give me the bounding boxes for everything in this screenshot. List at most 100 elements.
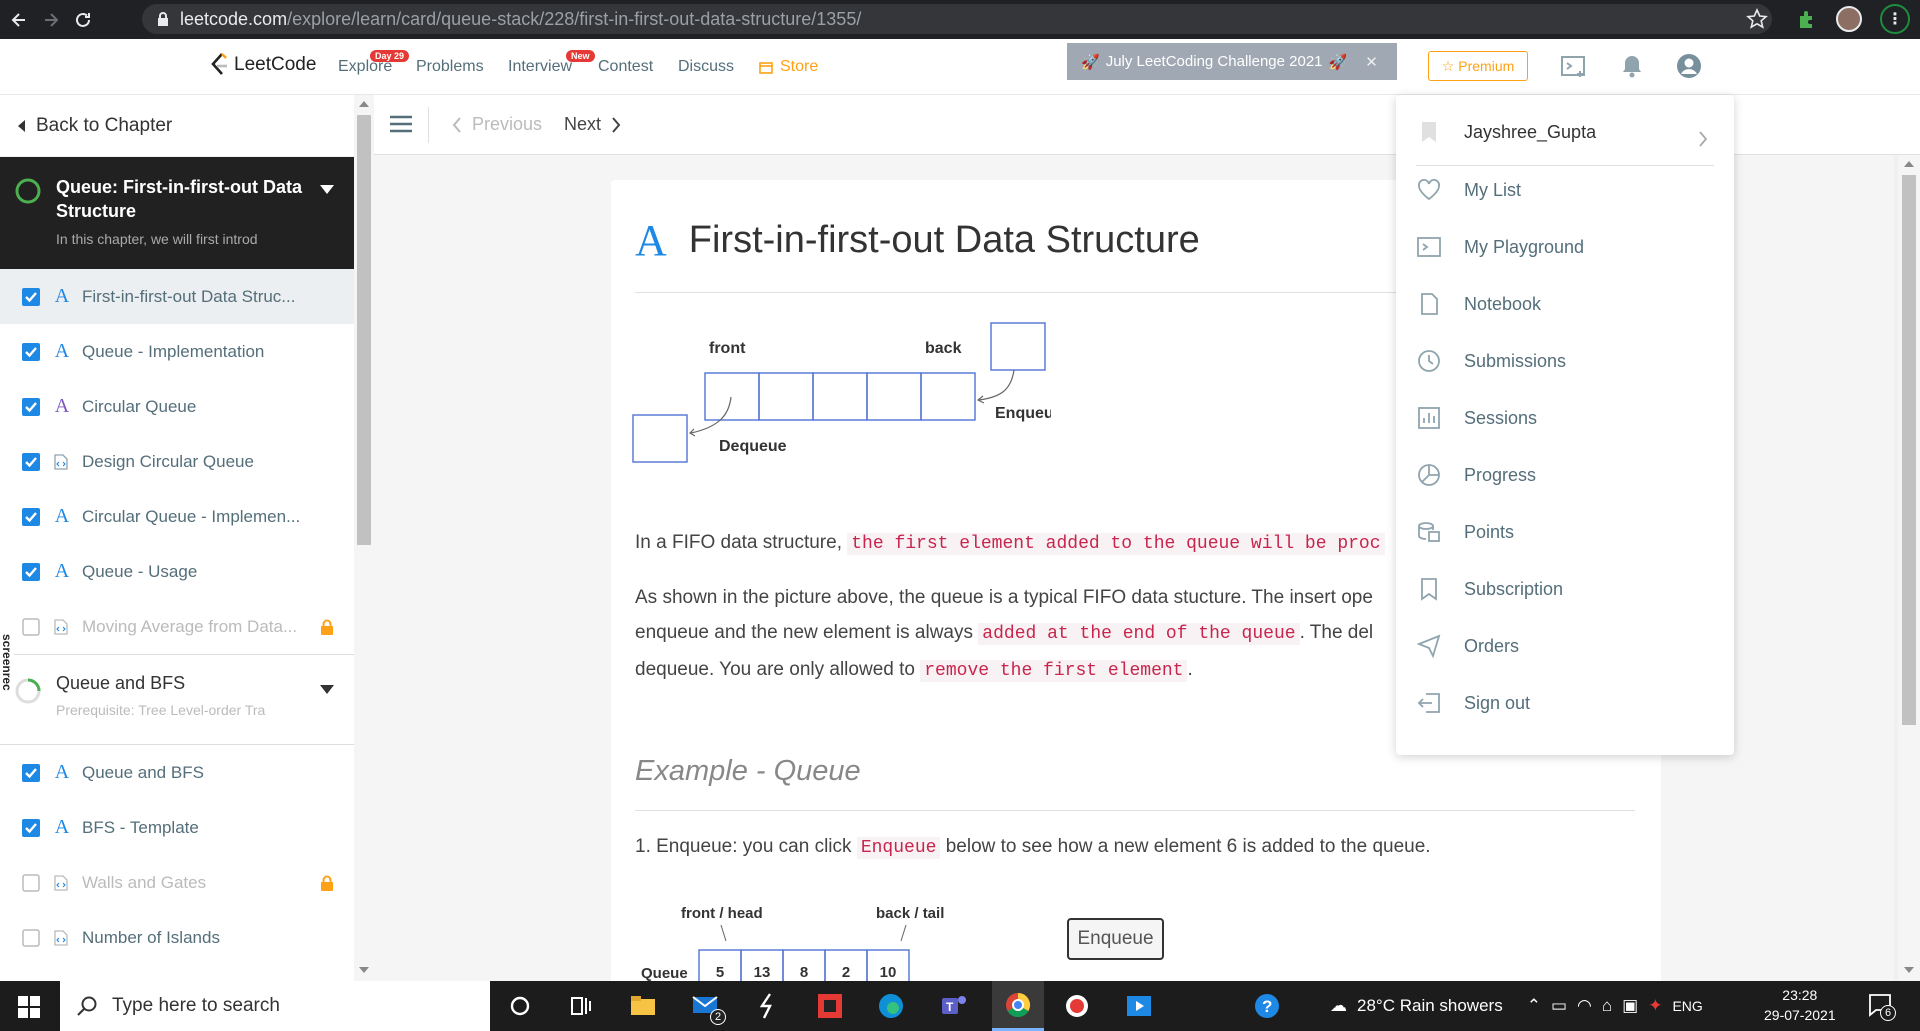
leetcode-navbar: LeetCode Day 29 Explore Problems New Int… xyxy=(0,39,1920,95)
nav-interview[interactable]: New Interview xyxy=(508,50,595,76)
checkbox-checked-icon[interactable] xyxy=(20,451,42,473)
dropdown-item-points[interactable]: Points xyxy=(1416,519,1514,545)
checkbox-checked-icon[interactable] xyxy=(20,817,42,839)
scroll-up-icon[interactable] xyxy=(359,101,369,107)
content-scrollbar[interactable] xyxy=(1898,155,1920,981)
challenge-banner[interactable]: 🚀 July LeetCoding Challenge 2021 🚀 ✕ xyxy=(1067,43,1397,80)
menu-icon[interactable] xyxy=(390,115,412,133)
cortana-icon[interactable] xyxy=(505,991,535,1021)
sidebar-scrollbar[interactable] xyxy=(354,95,374,981)
extensions-icon[interactable] xyxy=(1796,8,1818,30)
user-avatar-icon[interactable] xyxy=(1676,53,1702,79)
reload-icon[interactable] xyxy=(70,7,96,33)
profile-avatar[interactable] xyxy=(1836,6,1862,32)
red-app-icon[interactable] xyxy=(815,991,845,1021)
bookmark-star-icon[interactable] xyxy=(1746,8,1768,30)
screenrec-tab[interactable]: screenrec xyxy=(0,612,14,712)
scrollbar-thumb[interactable] xyxy=(1902,175,1916,725)
language-indicator[interactable]: ENG xyxy=(1672,998,1702,1014)
dropdown-item-my-playground[interactable]: My Playground xyxy=(1416,234,1584,260)
nav-explore[interactable]: Day 29 Explore xyxy=(338,50,410,76)
sidebar-item[interactable]: Moving Average from Data... xyxy=(0,599,354,654)
network-icon[interactable]: ⌂ xyxy=(1602,996,1612,1016)
sidebar-item[interactable]: Walls and Gates xyxy=(0,855,354,910)
teams-icon[interactable]: T xyxy=(938,991,968,1021)
battery-icon[interactable]: ▭ xyxy=(1551,996,1567,1016)
address-bar[interactable]: leetcode.com/explore/learn/card/queue-st… xyxy=(142,4,1772,34)
close-icon[interactable]: ✕ xyxy=(1365,53,1378,71)
leetcode-logo[interactable]: LeetCode xyxy=(208,52,316,78)
dropdown-item-progress[interactable]: Progress xyxy=(1416,462,1536,488)
sidebar-item[interactable]: A Circular Queue - Implemen... xyxy=(0,489,354,544)
sublime-icon[interactable] xyxy=(752,991,782,1021)
section-queue-bfs[interactable]: Queue and BFS Prerequisite: Tree Level-o… xyxy=(0,654,354,745)
taskbar-search[interactable]: Type here to search xyxy=(60,981,490,1031)
sidebar-item[interactable]: A Circular Queue xyxy=(0,379,354,434)
dropdown-item-orders[interactable]: Orders xyxy=(1416,633,1519,659)
nav-contest[interactable]: Contest xyxy=(598,58,653,76)
checkbox-checked-icon[interactable] xyxy=(20,396,42,418)
dropdown-item-notebook[interactable]: Notebook xyxy=(1416,291,1541,317)
chrome-taskbar-item[interactable] xyxy=(992,981,1044,1031)
checkbox-checked-icon[interactable] xyxy=(20,762,42,784)
store-icon xyxy=(759,62,773,74)
checkbox-checked-icon[interactable] xyxy=(20,561,42,583)
checkbox-checked-icon[interactable] xyxy=(20,341,42,363)
profile-item[interactable]: Jayshree_Gupta xyxy=(1416,119,1596,145)
sidebar-item[interactable]: A First-in-first-out Data Struc... xyxy=(0,269,354,324)
weather-text[interactable]: 28°C Rain showers xyxy=(1357,996,1503,1016)
chrome-menu-icon[interactable]: ⋮ xyxy=(1880,4,1910,34)
back-to-chapter[interactable]: Back to Chapter xyxy=(0,95,354,157)
back-arrow-icon[interactable] xyxy=(6,7,32,33)
dropdown-item-subscription[interactable]: Subscription xyxy=(1416,576,1563,602)
sidebar-item[interactable]: Number of Islands xyxy=(0,910,354,965)
sidebar-item[interactable]: A Queue - Implementation xyxy=(0,324,354,379)
dropbox-icon[interactable]: ✦ xyxy=(1648,996,1662,1016)
checkbox-icon[interactable] xyxy=(20,927,42,949)
task-view-icon[interactable] xyxy=(566,991,596,1021)
scrollbar-thumb[interactable] xyxy=(357,115,371,545)
nav-discuss[interactable]: Discuss xyxy=(678,58,734,76)
bell-icon[interactable] xyxy=(1620,53,1644,79)
dropdown-item-my-list[interactable]: My List xyxy=(1416,177,1521,203)
dropdown-item-submissions[interactable]: Submissions xyxy=(1416,348,1566,374)
playground-icon[interactable] xyxy=(1560,55,1588,79)
help-icon[interactable]: ? xyxy=(1252,991,1282,1021)
edge-icon[interactable] xyxy=(876,991,906,1021)
scroll-down-icon[interactable] xyxy=(359,967,369,973)
nav-problems[interactable]: Problems xyxy=(416,58,484,76)
file-explorer-icon[interactable] xyxy=(628,991,658,1021)
scroll-up-icon[interactable] xyxy=(1904,161,1914,167)
sidebar-item[interactable]: Design Circular Queue xyxy=(0,434,354,489)
next-button[interactable]: Next xyxy=(564,114,621,135)
notifications-button[interactable]: 6 xyxy=(1866,991,1898,1023)
previous-button[interactable]: Previous xyxy=(452,114,542,135)
scroll-down-icon[interactable] xyxy=(1904,967,1914,973)
dropdown-item-sign-out[interactable]: Sign out xyxy=(1416,690,1530,716)
wifi-icon[interactable]: ◠ xyxy=(1577,996,1592,1016)
caret-down-icon[interactable] xyxy=(320,685,334,694)
dropdown-item-sessions[interactable]: Sessions xyxy=(1416,405,1537,431)
chapter-header[interactable]: Queue: First-in-first-out Data Structure… xyxy=(0,157,354,269)
chevron-up-icon[interactable]: ⌃ xyxy=(1527,996,1541,1016)
record-icon[interactable] xyxy=(1062,991,1092,1021)
sidebar-item[interactable]: A Queue - Usage xyxy=(0,544,354,599)
sidebar-item[interactable]: A Queue and BFS xyxy=(0,745,354,800)
forward-arrow-icon[interactable] xyxy=(38,7,64,33)
caret-down-icon[interactable] xyxy=(320,185,334,194)
checkbox-checked-icon[interactable] xyxy=(20,286,42,308)
sidebar-item[interactable]: A BFS - Template xyxy=(0,800,354,855)
mail-app[interactable]: 2 xyxy=(690,989,726,1025)
enqueue-button[interactable]: Enqueue xyxy=(1067,918,1164,960)
checkbox-icon[interactable] xyxy=(20,616,42,638)
nav-interview-label: Interview xyxy=(508,58,573,75)
weather-icon[interactable]: ☁ xyxy=(1330,996,1347,1016)
media-player-icon[interactable] xyxy=(1124,991,1154,1021)
windows-start-icon[interactable] xyxy=(18,996,40,1018)
display-icon[interactable]: ▣ xyxy=(1622,996,1638,1016)
premium-button[interactable]: ☆ Premium xyxy=(1428,51,1528,81)
clock[interactable]: 23:28 29-07-2021 xyxy=(1764,985,1836,1025)
checkbox-checked-icon[interactable] xyxy=(20,506,42,528)
nav-store[interactable]: Store xyxy=(758,58,818,76)
checkbox-icon[interactable] xyxy=(20,872,42,894)
